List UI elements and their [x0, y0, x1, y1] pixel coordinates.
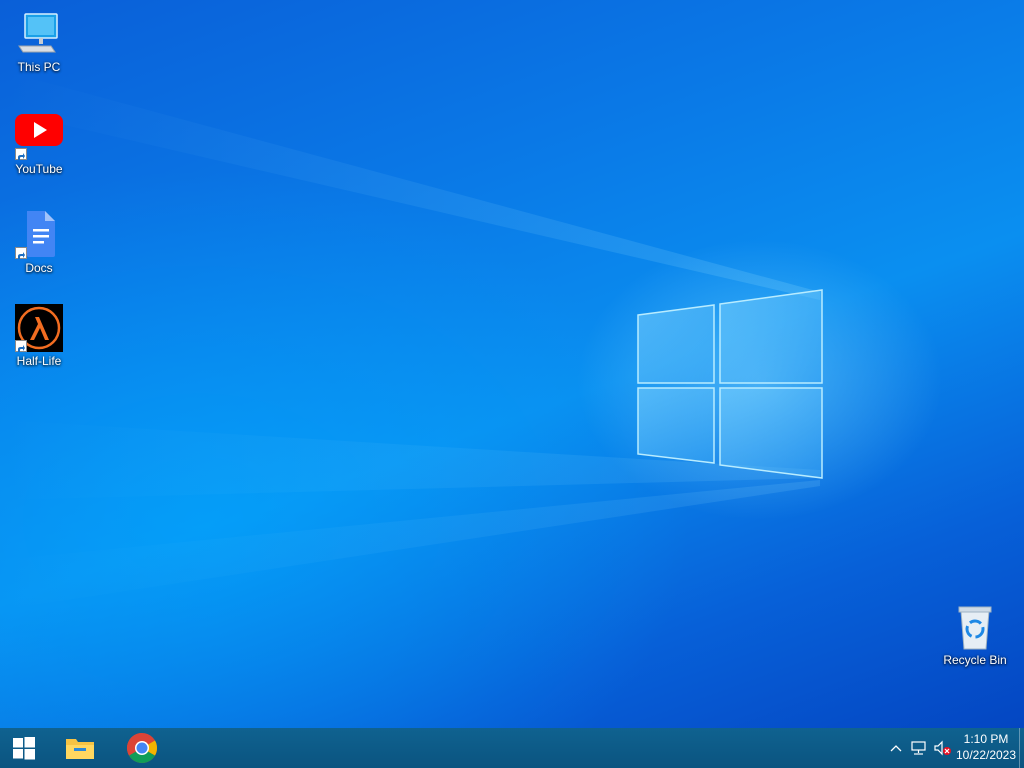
taskbar: 1:10 PM 10/22/2023: [0, 728, 1024, 768]
half-life-icon: [15, 304, 63, 352]
windows-logo-icon: [13, 737, 35, 760]
desktop-icon-recycle-bin[interactable]: Recycle Bin: [937, 603, 1013, 667]
shortcut-arrow-icon: [15, 247, 27, 259]
desktop-icon-label: Half-Life: [16, 354, 62, 368]
desktop[interactable]: This PC YouTube Docs Half-Life Recycle B…: [0, 0, 1024, 728]
network-icon[interactable]: [911, 740, 927, 756]
file-explorer-icon: [66, 739, 94, 759]
chrome-icon: [126, 733, 158, 764]
shortcut-arrow-icon: [15, 340, 27, 352]
clock-date: 10/22/2023: [955, 748, 1017, 762]
volume-muted-icon[interactable]: [934, 740, 951, 756]
this-pc-icon: [15, 10, 63, 58]
taskbar-clock[interactable]: 1:10 PM 10/22/2023: [950, 731, 1022, 763]
desktop-icon-label: Recycle Bin: [943, 653, 1007, 667]
chevron-up-icon[interactable]: [888, 740, 904, 756]
start-button[interactable]: [0, 728, 48, 768]
desktop-icon-label: Docs: [25, 261, 53, 275]
recycle-bin-icon: [951, 603, 999, 651]
desktop-icon-label: This PC: [17, 60, 61, 74]
desktop-icon-label: YouTube: [15, 162, 63, 176]
shortcut-arrow-icon: [15, 148, 27, 160]
clock-time: 1:10 PM: [963, 732, 1009, 746]
wallpaper-window-logo: [0, 70, 823, 610]
taskbar-chrome-button[interactable]: [118, 728, 166, 768]
desktop-icon-docs[interactable]: Docs: [1, 211, 77, 275]
youtube-icon: [15, 112, 63, 160]
show-desktop-button[interactable]: [1019, 728, 1024, 768]
desktop-icon-this-pc[interactable]: This PC: [1, 10, 77, 74]
desktop-icon-youtube[interactable]: YouTube: [1, 112, 77, 176]
docs-icon: [15, 211, 63, 259]
taskbar-file-explorer-button[interactable]: [56, 728, 104, 768]
desktop-icon-half-life[interactable]: Half-Life: [1, 304, 77, 368]
